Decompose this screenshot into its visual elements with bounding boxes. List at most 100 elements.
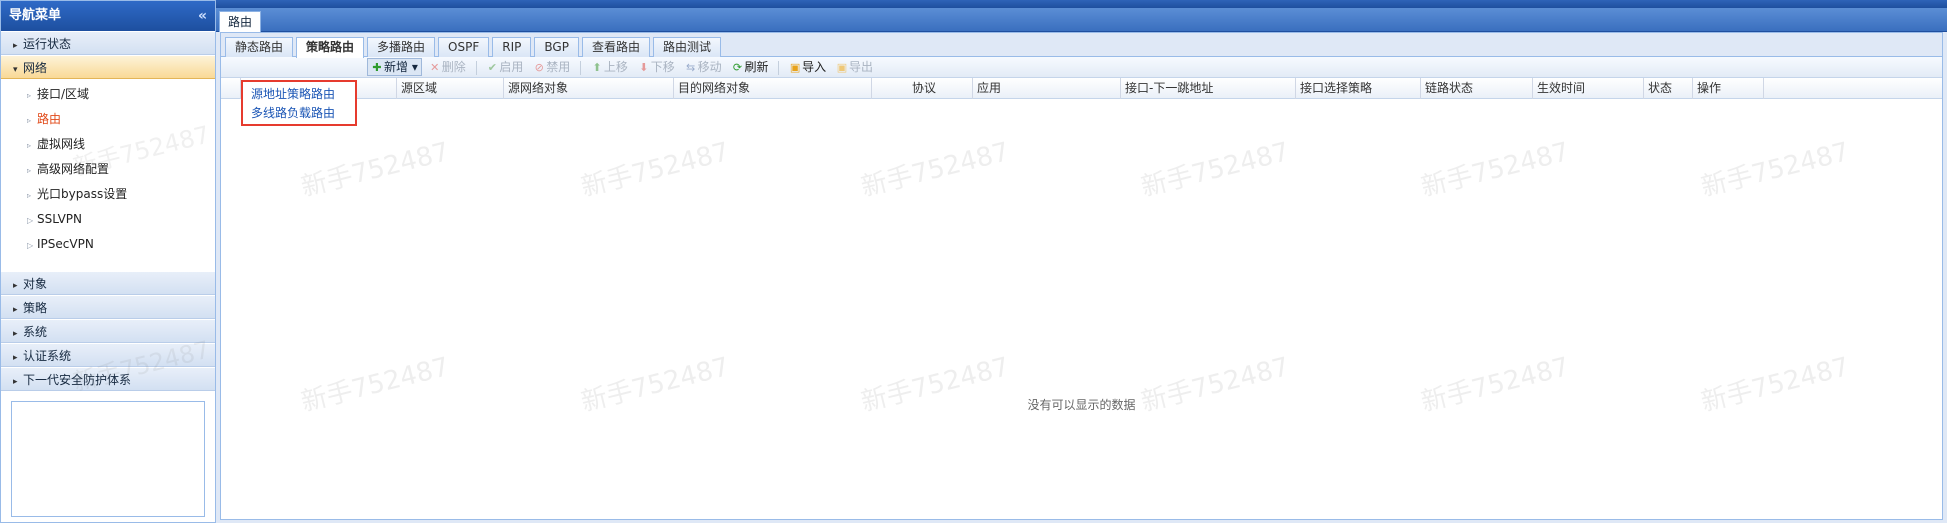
watermark: 新手752487 xyxy=(1418,137,1573,203)
chevron-right-icon: ▹ xyxy=(27,116,32,125)
check-icon: ✔ xyxy=(487,61,498,74)
import-button[interactable]: ▣ 导入 xyxy=(786,57,829,77)
watermark: 新手752487 xyxy=(1138,137,1293,203)
grid-body: 新手752487 新手752487 新手752487 新手752487 新手75… xyxy=(221,99,1942,519)
add-label: 新增 xyxy=(384,60,409,74)
toolbar-divider xyxy=(580,60,582,75)
delete-x-icon: ✕ xyxy=(430,61,440,74)
nav-group-label: 运行状态 xyxy=(23,37,72,51)
arrow-up-icon: ⬆ xyxy=(592,61,602,74)
refresh-label: 刷新 xyxy=(744,60,769,74)
subtab-static-route[interactable]: 静态路由 xyxy=(225,37,294,57)
enable-label: 启用 xyxy=(499,60,524,74)
grid-column-dest-network[interactable]: 目的网络对象 xyxy=(674,78,872,99)
move-down-button[interactable]: ⬇ 下移 xyxy=(635,57,678,77)
delete-button[interactable]: ✕ 删除 xyxy=(426,57,469,77)
grid-column-protocol[interactable]: 协议 xyxy=(872,78,973,99)
nav-item-label: 接口/区域 xyxy=(37,87,90,101)
toolbar: ✚ 新增 ▾ ✕ 删除 ✔ 启用 ⊘ 禁用 ⬆ 上移 ⬇ 下移 ⇆ 移动 ⟳ 刷新 ▣ 导入 ▣ 导… xyxy=(221,57,1942,78)
grid-column-checkbox xyxy=(221,78,241,99)
move-down-label: 下移 xyxy=(650,60,675,74)
add-dropdown-menu: 源地址策略路由 多线路负载路由 xyxy=(241,80,357,126)
grid-column-operation[interactable]: 操作 xyxy=(1693,78,1764,99)
menu-item-multiline-load-route[interactable]: 多线路负载路由 xyxy=(251,104,355,123)
dropdown-arrow-icon: ▾ xyxy=(411,60,418,74)
nav-item-label: 路由 xyxy=(37,112,62,126)
grid-column-effective-time[interactable]: 生效时间 xyxy=(1533,78,1644,99)
grid-column-source-network[interactable]: 源网络对象 xyxy=(504,78,674,99)
watermark: 新手752487 xyxy=(578,137,733,203)
grid-column-link-status[interactable]: 链路状态 xyxy=(1421,78,1533,99)
watermark: 新手752487 xyxy=(858,137,1013,203)
chevron-right-icon: ▹ xyxy=(27,141,32,150)
chevron-right-icon: ▸ xyxy=(13,329,18,339)
top-bar xyxy=(216,0,1947,8)
nav-item-sslvpn[interactable]: ▷ SSLVPN xyxy=(1,207,215,232)
plus-icon: ✚ xyxy=(372,61,382,74)
nav-group-network[interactable]: ▾ 网络 xyxy=(1,55,215,79)
subtab-ospf[interactable]: OSPF xyxy=(438,37,490,57)
nav-group-label: 对象 xyxy=(23,277,48,291)
subtab-view-route[interactable]: 查看路由 xyxy=(581,37,650,57)
grid-column-status[interactable]: 状态 xyxy=(1644,78,1693,99)
enable-button[interactable]: ✔ 启用 xyxy=(483,57,526,77)
sidebar: 导航菜单 « ▸ 运行状态 ▾ 网络 ▹ 接口/区域 ▹ 路由 ▹ 虚拟网线 ▹ 高级网络配… xyxy=(0,0,216,523)
nav-title: 导航菜单 xyxy=(9,8,62,23)
grid-column-source-zone[interactable]: 源区域 xyxy=(397,78,504,99)
content-panel: 静态路由 策略路由 多播路由 OSPF RIP BGP 查看路由 路由测试 ✚ 新… xyxy=(220,32,1943,520)
chevron-right-icon: ▸ xyxy=(13,41,18,51)
subtab-bgp[interactable]: BGP xyxy=(534,37,579,57)
chevron-right-icon: ▹ xyxy=(27,91,32,100)
grid-column-application[interactable]: 应用 xyxy=(973,78,1121,99)
subtab-rip[interactable]: RIP xyxy=(492,37,532,57)
disable-label: 禁用 xyxy=(546,60,571,74)
grid-column-interface-policy[interactable]: 接口选择策略 xyxy=(1296,78,1421,99)
nav-group-status[interactable]: ▸ 运行状态 xyxy=(1,31,215,55)
move-up-button[interactable]: ⬆ 上移 xyxy=(588,57,631,77)
nav-item-label: 光口bypass设置 xyxy=(37,187,128,201)
nav-item-label: IPSecVPN xyxy=(37,237,94,251)
delete-label: 删除 xyxy=(441,60,466,74)
subtab-route-test[interactable]: 路由测试 xyxy=(652,37,721,57)
nav-item-interface-zone[interactable]: ▹ 接口/区域 xyxy=(1,82,215,107)
refresh-button[interactable]: ⟳ 刷新 xyxy=(728,57,771,77)
subtab-policy-route[interactable]: 策略路由 xyxy=(296,37,365,58)
disable-button[interactable]: ⊘ 禁用 xyxy=(530,57,573,77)
import-icon: ▣ xyxy=(789,61,801,74)
main-panel: 路由 静态路由 策略路由 多播路由 OSPF RIP BGP 查看路由 路由测试… xyxy=(216,0,1947,523)
move-icon: ⇆ xyxy=(686,61,696,74)
nav-group-policy[interactable]: ▸ 策略 xyxy=(1,295,215,319)
watermark: 新手752487 xyxy=(1698,137,1853,203)
import-label: 导入 xyxy=(802,60,827,74)
main-tabbar: 路由 xyxy=(216,8,1947,32)
chevron-right-icon: ▷ xyxy=(27,241,34,250)
grid-column-interface-nexthop[interactable]: 接口-下一跳地址 xyxy=(1121,78,1296,99)
export-icon: ▣ xyxy=(836,61,848,74)
add-button[interactable]: ✚ 新增 ▾ xyxy=(367,58,422,76)
toolbar-divider xyxy=(778,60,780,75)
nav-item-ipsecvpn[interactable]: ▷ IPSecVPN xyxy=(1,232,215,257)
nav-item-bypass[interactable]: ▹ 光口bypass设置 xyxy=(1,182,215,207)
subtab-multicast-route[interactable]: 多播路由 xyxy=(367,37,436,57)
arrow-down-icon: ⬇ xyxy=(639,61,649,74)
nav-group-object[interactable]: ▸ 对象 xyxy=(1,271,215,295)
subtab-bar: 静态路由 策略路由 多播路由 OSPF RIP BGP 查看路由 路由测试 xyxy=(221,33,1942,58)
nav-group-label: 策略 xyxy=(23,301,48,315)
double-chevron-left-icon[interactable]: « xyxy=(198,1,207,31)
export-button[interactable]: ▣ 导出 xyxy=(833,57,876,77)
watermark: 新手752487 xyxy=(298,137,453,203)
export-label: 导出 xyxy=(848,60,873,74)
menu-item-source-policy-route[interactable]: 源地址策略路由 xyxy=(251,85,355,104)
nav-group-label: 认证系统 xyxy=(23,349,72,363)
move-label: 移动 xyxy=(697,60,722,74)
sidebar-blank-panel xyxy=(11,401,205,517)
network-submenu: ▹ 接口/区域 ▹ 路由 ▹ 虚拟网线 ▹ 高级网络配置 ▹ 光口bypass设置 ▷ SS… xyxy=(1,79,215,271)
refresh-icon: ⟳ xyxy=(732,61,743,74)
move-button[interactable]: ⇆ 移动 xyxy=(682,57,725,77)
nav-group-label: 网络 xyxy=(23,61,48,75)
chevron-right-icon: ▷ xyxy=(27,216,34,225)
chevron-right-icon: ▹ xyxy=(27,166,32,175)
nav-item-label: SSLVPN xyxy=(37,212,83,226)
tab-route[interactable]: 路由 xyxy=(219,11,262,32)
chevron-right-icon: ▸ xyxy=(13,281,18,291)
